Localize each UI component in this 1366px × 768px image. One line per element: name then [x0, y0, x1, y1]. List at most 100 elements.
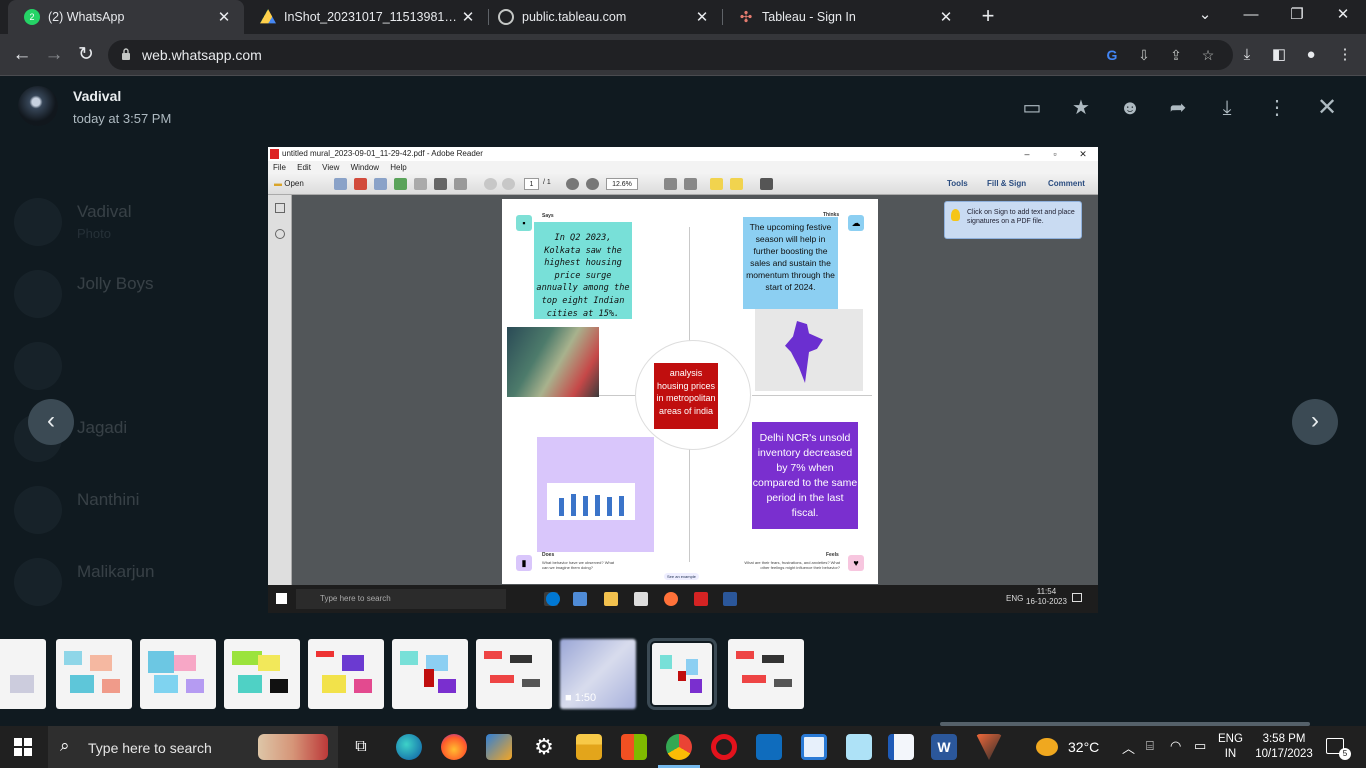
taskbar-search-box[interactable]: ⌕ Type here to search: [48, 726, 338, 768]
sender-name[interactable]: Vadival: [73, 88, 121, 104]
windows-logo-icon: [276, 593, 287, 604]
feels-question: What are their fears, frustrations, and …: [744, 560, 840, 570]
profile-icon[interactable]: ●: [1300, 44, 1322, 66]
media-thumbnail[interactable]: [728, 639, 804, 709]
close-window-button[interactable]: ✕: [1320, 0, 1366, 30]
language-indicator[interactable]: ENG IN: [1218, 732, 1243, 762]
google-drive-icon: [260, 9, 276, 24]
download-icon[interactable]: ⤓: [1213, 94, 1241, 122]
windows-taskbar: ⌕ Type here to search ⧉ ⚙ W 32°C ︿ ⌸ ◠ ▭…: [0, 726, 1366, 768]
quadrant-label-does: Does: [542, 552, 555, 558]
list-item: Nanthini: [0, 474, 270, 546]
forward-icon[interactable]: ➦: [1164, 94, 1192, 122]
meet-now-icon[interactable]: ⌸: [1146, 738, 1154, 754]
url-text: web.whatsapp.com: [142, 47, 262, 63]
restore-button[interactable]: ❐: [1274, 0, 1320, 30]
tab-tableau-public[interactable]: public.tableau.com ✕: [482, 0, 722, 34]
more-options-icon[interactable]: ⋮: [1263, 94, 1291, 122]
firefox-icon[interactable]: [441, 734, 467, 760]
chart-plot: [547, 483, 635, 520]
attachments-icon: [275, 229, 285, 239]
toolbar-icon: [354, 178, 367, 190]
avatar[interactable]: [18, 86, 58, 126]
previous-media-button[interactable]: ‹: [28, 399, 74, 445]
show-hidden-icons-icon[interactable]: ︿: [1122, 738, 1135, 757]
comment-icon: [710, 178, 723, 190]
media-thumbnail[interactable]: [224, 639, 300, 709]
media-player-icon[interactable]: [486, 734, 512, 760]
inner-lang: ENG: [1006, 594, 1024, 603]
prev-page-icon: [484, 178, 497, 190]
close-icon[interactable]: ✕: [1313, 94, 1341, 122]
taskbar-clock[interactable]: 3:58 PM 10/17/2023: [1252, 732, 1316, 762]
react-emoji-icon[interactable]: ☻: [1116, 94, 1144, 122]
task-view-icon[interactable]: ⧉: [348, 734, 374, 760]
tab-search-icon[interactable]: ⌄: [1182, 0, 1228, 30]
media-thumbnail[interactable]: [56, 639, 132, 709]
media-thumbnail[interactable]: [0, 639, 46, 709]
windows-start-icon[interactable]: [14, 738, 32, 756]
tab-tableau-signin[interactable]: ✣ Tableau - Sign In ✕: [722, 0, 966, 34]
share-icon[interactable]: ⇪: [1166, 45, 1186, 65]
mail-icon: [454, 178, 467, 190]
mail-icon[interactable]: [756, 734, 782, 760]
media-thumbnail[interactable]: [392, 639, 468, 709]
growth-arrows-image: [507, 327, 599, 397]
news-icon[interactable]: [801, 734, 827, 760]
word-icon[interactable]: W: [931, 734, 957, 760]
quadrant-label-feels: Feels: [826, 552, 839, 558]
side-panel-icon[interactable]: ◧: [1268, 44, 1290, 66]
close-icon[interactable]: ✕: [214, 8, 234, 26]
quadrant-label-says: Says: [542, 213, 554, 219]
battery-icon[interactable]: ▭: [1194, 738, 1206, 754]
new-tab-button[interactable]: +: [976, 4, 1000, 28]
app-icon[interactable]: [976, 734, 1002, 760]
wifi-icon[interactable]: ◠: [1170, 738, 1181, 754]
pages-icon: [275, 203, 285, 213]
media-thumbnail[interactable]: [476, 639, 552, 709]
tab-inshot[interactable]: InShot_20231017_115139816.mp ✕: [244, 0, 488, 34]
minimize-button[interactable]: —: [1228, 0, 1274, 30]
file-explorer-icon[interactable]: [576, 734, 602, 760]
chart-bar: [583, 496, 588, 516]
page-total: / 1: [543, 179, 551, 186]
address-bar[interactable]: web.whatsapp.com G ⇩ ⇪ ☆: [108, 40, 1233, 70]
settings-gear-icon[interactable]: ⚙: [531, 734, 557, 760]
star-icon[interactable]: ★: [1067, 94, 1095, 122]
notification-icon: [1072, 593, 1082, 602]
bookmark-star-icon[interactable]: ☆: [1198, 45, 1218, 65]
search-icon: ⌕: [60, 736, 70, 755]
tab-label: InShot_20231017_115139816.mp: [284, 10, 458, 24]
google-lens-icon[interactable]: G: [1102, 45, 1122, 65]
reload-icon[interactable]: ↻: [74, 43, 98, 67]
snipping-tool-icon[interactable]: [846, 734, 872, 760]
media-thumbnail-selected[interactable]: [647, 638, 717, 710]
downloads-icon[interactable]: ⤓: [1236, 44, 1258, 66]
microsoft-store-icon[interactable]: [621, 734, 647, 760]
document-icon[interactable]: [888, 734, 914, 760]
media-thumbnail[interactable]: [140, 639, 216, 709]
edge-icon: [546, 592, 560, 606]
adobe-reader-icon: [694, 592, 708, 606]
tab-label: (2) WhatsApp: [48, 10, 125, 24]
list-item: Malikarjun: [0, 546, 270, 618]
opera-icon[interactable]: [711, 734, 737, 760]
edge-icon[interactable]: [396, 734, 422, 760]
chrome-icon[interactable]: [658, 734, 700, 768]
media-thumbnail[interactable]: [308, 639, 384, 709]
go-to-message-icon[interactable]: ▭: [1018, 94, 1046, 122]
tab-whatsapp[interactable]: 2 (2) WhatsApp ✕: [8, 0, 244, 34]
back-arrow-icon[interactable]: ←: [10, 43, 34, 67]
next-media-button[interactable]: ›: [1292, 399, 1338, 445]
weather-widget[interactable]: 32°C: [1036, 738, 1099, 756]
forward-arrow-icon[interactable]: →: [42, 43, 66, 67]
chrome-menu-icon[interactable]: ⋮: [1334, 44, 1356, 66]
close-icon[interactable]: ✕: [458, 8, 478, 26]
install-app-icon[interactable]: ⇩: [1134, 45, 1154, 65]
close-icon[interactable]: ✕: [692, 8, 712, 26]
close-icon[interactable]: ✕: [936, 8, 956, 26]
fit-width-icon: [684, 178, 697, 190]
notification-center-icon[interactable]: 5: [1326, 738, 1351, 760]
reader-toolbar: ▬ Open 1 / 1 12.6% Tools Fill & Sign Com…: [268, 174, 1098, 195]
chart-bar: [559, 498, 564, 516]
